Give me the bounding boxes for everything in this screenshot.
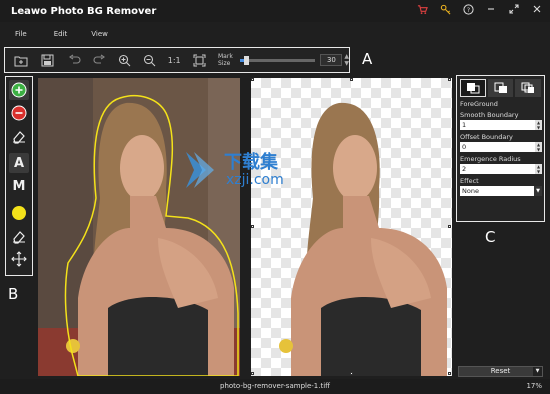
open-file-icon[interactable] bbox=[12, 51, 30, 69]
callout-a: A bbox=[362, 50, 373, 68]
resize-handle[interactable] bbox=[448, 78, 451, 81]
callout-b: B bbox=[8, 285, 19, 303]
menu-file[interactable]: File bbox=[15, 26, 27, 44]
foreground-layer-icon bbox=[466, 83, 480, 94]
remove-mark-tool[interactable] bbox=[9, 103, 29, 123]
effect-label: Effect bbox=[460, 177, 479, 185]
background-layer-icon bbox=[494, 82, 507, 93]
eraser-tool[interactable] bbox=[9, 126, 29, 146]
app-title: Leawo Photo BG Remover bbox=[11, 5, 157, 17]
smooth-boundary-field[interactable]: 1 ▲ ▼ bbox=[460, 120, 542, 130]
status-bar: photo-bg-remover-sample-1.tiff 17% bbox=[0, 379, 550, 394]
mark-size-spinner-icon[interactable]: ▲ ▼ bbox=[344, 53, 349, 67]
resize-handle[interactable] bbox=[251, 372, 254, 375]
watermark-url-text: xzji.com bbox=[226, 172, 284, 188]
save-icon[interactable] bbox=[39, 51, 57, 69]
status-zoom: 17% bbox=[526, 382, 542, 390]
move-tool[interactable] bbox=[9, 249, 29, 269]
help-icon[interactable]: ? bbox=[461, 2, 475, 16]
fit-window-icon[interactable] bbox=[190, 51, 208, 69]
main-toolbar: 1:1 Mark Size 30 ▲ ▼ bbox=[4, 47, 350, 73]
layer-tabs bbox=[460, 79, 541, 97]
layers-stack-icon bbox=[521, 82, 535, 93]
move-icon bbox=[11, 251, 27, 267]
eraser-tool-2[interactable] bbox=[9, 226, 29, 246]
tab-foreground[interactable] bbox=[460, 79, 486, 97]
emergence-radius-field[interactable]: 2 ▲ ▼ bbox=[460, 164, 542, 174]
close-icon[interactable] bbox=[530, 2, 544, 16]
spinner-icon[interactable]: ▲ ▼ bbox=[535, 142, 542, 152]
mark-size-slider[interactable] bbox=[240, 55, 316, 65]
highlight-tool[interactable] bbox=[9, 203, 29, 223]
actual-size-button[interactable]: 1:1 bbox=[165, 51, 183, 69]
auto-mode-button[interactable]: A bbox=[9, 153, 29, 173]
resize-handle[interactable] bbox=[251, 225, 254, 228]
menu-edit[interactable]: Edit bbox=[54, 26, 68, 44]
menu-view[interactable]: View bbox=[91, 26, 108, 44]
resize-handle[interactable] bbox=[350, 372, 353, 375]
foreground-label: ForeGround bbox=[460, 100, 498, 108]
menu-bar: File Edit View bbox=[0, 26, 108, 44]
left-toolbox: A M bbox=[5, 76, 33, 276]
window-controls: ? bbox=[415, 2, 544, 16]
resize-handle[interactable] bbox=[251, 78, 254, 81]
yellow-circle-icon bbox=[12, 206, 26, 220]
emergence-radius-value: 2 bbox=[462, 165, 467, 173]
cart-icon[interactable] bbox=[415, 2, 429, 16]
resize-handle[interactable] bbox=[448, 372, 451, 375]
chevron-down-icon[interactable]: ▼ bbox=[533, 367, 542, 376]
settings-panel: ForeGround Smooth Boundary 1 ▲ ▼ Offset B… bbox=[456, 75, 545, 222]
offset-boundary-label: Offset Boundary bbox=[460, 133, 513, 141]
remove-circle-icon bbox=[11, 105, 27, 121]
resize-handle[interactable] bbox=[350, 78, 353, 81]
watermark: 下载集 xzji.com bbox=[180, 148, 320, 192]
original-photo bbox=[38, 78, 240, 376]
spinner-icon[interactable]: ▲ ▼ bbox=[535, 164, 542, 174]
mark-size-slider-knob[interactable] bbox=[244, 55, 249, 65]
result-image-canvas[interactable] bbox=[251, 78, 452, 376]
emergence-radius-label: Emergence Radius bbox=[460, 155, 521, 163]
maximize-icon[interactable] bbox=[507, 2, 521, 16]
zoom-in-icon[interactable] bbox=[116, 51, 134, 69]
key-icon[interactable] bbox=[438, 2, 452, 16]
title-bar: Leawo Photo BG Remover ? bbox=[0, 0, 550, 22]
tab-stack[interactable] bbox=[515, 79, 541, 97]
reset-button[interactable]: Reset ▼ bbox=[458, 366, 543, 377]
resize-handle[interactable] bbox=[448, 225, 451, 228]
undo-icon[interactable] bbox=[66, 51, 84, 69]
reset-label: Reset bbox=[490, 367, 511, 375]
spinner-icon[interactable]: ▲ ▼ bbox=[535, 120, 542, 130]
smooth-boundary-value: 1 bbox=[462, 121, 467, 129]
result-photo bbox=[279, 102, 447, 376]
mark-size-value[interactable]: 30 bbox=[320, 54, 343, 66]
status-filename: photo-bg-remover-sample-1.tiff bbox=[220, 382, 330, 390]
watermark-cn-text: 下载集 bbox=[224, 152, 278, 173]
smooth-boundary-label: Smooth Boundary bbox=[460, 111, 519, 119]
offset-boundary-value: 0 bbox=[462, 143, 467, 151]
svg-text:?: ? bbox=[466, 5, 469, 13]
callout-c: C bbox=[485, 228, 496, 246]
redo-icon[interactable] bbox=[91, 51, 109, 69]
minimize-icon[interactable] bbox=[484, 2, 498, 16]
effect-value: None bbox=[462, 187, 479, 195]
add-mark-tool[interactable] bbox=[9, 80, 29, 100]
add-circle-icon bbox=[11, 82, 27, 98]
eraser-icon bbox=[13, 131, 25, 144]
original-image-canvas[interactable] bbox=[38, 78, 240, 376]
tab-background[interactable] bbox=[487, 79, 514, 97]
zoom-out-icon[interactable] bbox=[140, 51, 158, 69]
mark-size-label: Mark Size bbox=[218, 53, 233, 67]
chevron-down-icon[interactable]: ▼ bbox=[534, 186, 542, 196]
effect-select[interactable]: None ▼ bbox=[460, 186, 542, 196]
offset-boundary-field[interactable]: 0 ▲ ▼ bbox=[460, 142, 542, 152]
eraser-icon bbox=[13, 231, 25, 244]
manual-mode-button[interactable]: M bbox=[9, 176, 29, 196]
